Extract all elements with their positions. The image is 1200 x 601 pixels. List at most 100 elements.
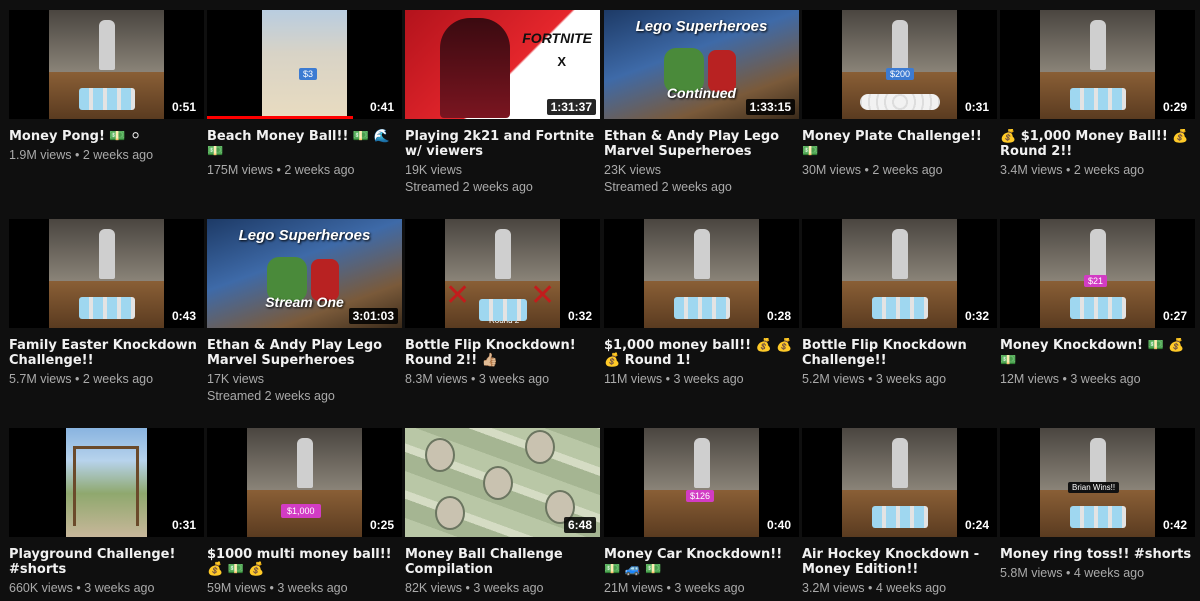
video-title-link[interactable]: Bottle Flip Knockdown Challenge!! xyxy=(802,338,997,368)
video-metadata: 82K views • 3 weeks ago xyxy=(405,580,600,597)
video-title-link[interactable]: Bottle Flip Knockdown! Round 2!! 👍🏼 xyxy=(405,338,600,368)
video-thumbnail[interactable]: FORTNITE X 1:31:37 xyxy=(405,10,600,119)
video-thumbnail[interactable]: $126 0:40 xyxy=(604,428,799,537)
video-thumbnail[interactable]: 0:29 xyxy=(1000,10,1195,119)
video-card[interactable]: ✕ ✕ Round 2 0:32 Bottle Flip Knockdown! … xyxy=(405,219,600,388)
video-title-link[interactable]: Air Hockey Knockdown - Money Edition!! xyxy=(802,547,997,577)
view-count-and-age: 17K views Streamed 2 weeks ago xyxy=(207,371,402,405)
video-title-link[interactable]: Money Pong! 💵 ⚪ xyxy=(9,129,204,144)
video-card[interactable]: $21 0:27 Money Knockdown! 💵 💰 💵 12M view… xyxy=(1000,219,1195,388)
video-title-link[interactable]: Ethan & Andy Play Lego Marvel Superheroe… xyxy=(207,338,402,368)
video-card[interactable]: FORTNITE X 1:31:37 Playing 2k21 and Fort… xyxy=(405,10,600,196)
video-title-link[interactable]: Playing 2k21 and Fortnite w/ viewers xyxy=(405,129,600,159)
video-metadata: 5.2M views • 3 weeks ago xyxy=(802,371,997,388)
video-thumbnail[interactable]: 0:32 xyxy=(802,219,997,328)
video-card[interactable]: Lego Superheroes Continued 1:33:15 Ethan… xyxy=(604,10,799,196)
view-count: 1.9M views xyxy=(9,148,72,162)
video-thumbnail[interactable]: Brian Wins!! 0:42 xyxy=(1000,428,1195,537)
view-count: 5.7M views xyxy=(9,372,72,386)
view-count: 12M views xyxy=(1000,372,1060,386)
view-count-and-age: 3.2M views • 4 weeks ago xyxy=(802,581,947,595)
video-thumbnail[interactable]: 0:24 xyxy=(802,428,997,537)
video-title-link[interactable]: Money Car Knockdown!! 💵 🚙 💵 xyxy=(604,547,799,577)
price-tag: $21 xyxy=(1084,275,1108,287)
video-title-link[interactable]: Ethan & Andy Play Lego Marvel Superheroe… xyxy=(604,129,799,159)
view-count: 21M views xyxy=(604,581,664,595)
view-count: 82K views xyxy=(405,581,462,595)
upload-age: 2 weeks ago xyxy=(872,163,943,177)
video-card[interactable]: 0:24 Air Hockey Knockdown - Money Editio… xyxy=(802,428,997,597)
video-thumbnail[interactable]: 0:31 xyxy=(9,428,204,537)
video-card[interactable]: Brian Wins!! 0:42 Money ring toss!! #sho… xyxy=(1000,428,1195,582)
upload-age: 3 weeks ago xyxy=(84,581,155,595)
upload-age: 3 weeks ago xyxy=(875,372,947,386)
video-card[interactable]: 0:43 Family Easter Knockdown Challenge!!… xyxy=(9,219,204,388)
video-card[interactable]: $3 0:41 Beach Money Ball!! 💵 🌊 💵 175M vi… xyxy=(207,10,402,179)
video-thumbnail[interactable]: Lego Superheroes Continued 1:33:15 xyxy=(604,10,799,119)
video-title-link[interactable]: 💰 $1,000 Money Ball!! 💰 Round 2!! xyxy=(1000,129,1195,159)
duration-badge: 0:51 xyxy=(167,99,200,115)
video-thumbnail[interactable]: $21 0:27 xyxy=(1000,219,1195,328)
video-thumbnail[interactable]: $1,000 0:25 xyxy=(207,428,402,537)
video-card[interactable]: 0:29 💰 $1,000 Money Ball!! 💰 Round 2!! 3… xyxy=(1000,10,1195,179)
view-count-and-age: 5.7M views • 2 weeks ago xyxy=(9,372,154,386)
duration-badge: 0:32 xyxy=(563,308,596,324)
video-thumbnail[interactable]: 6:48 xyxy=(405,428,600,537)
video-card[interactable]: $126 0:40 Money Car Knockdown!! 💵 🚙 💵 21… xyxy=(604,428,799,597)
upload-age: 3 weeks ago xyxy=(478,372,550,386)
video-thumbnail[interactable]: ✕ ✕ Round 2 0:32 xyxy=(405,219,600,328)
video-thumbnail[interactable]: $200 0:31 xyxy=(802,10,997,119)
video-title-link[interactable]: Family Easter Knockdown Challenge!! xyxy=(9,338,204,368)
video-title-link[interactable]: Money Plate Challenge!! 💵 xyxy=(802,129,997,159)
upload-age: 3 weeks ago xyxy=(1070,372,1141,386)
video-card[interactable]: 0:31 Playground Challenge! #shorts 660K … xyxy=(9,428,204,597)
video-card[interactable]: 0:32 Bottle Flip Knockdown Challenge!! 5… xyxy=(802,219,997,388)
video-title-link[interactable]: Playground Challenge! #shorts xyxy=(9,547,204,577)
upload-age: Streamed 2 weeks ago xyxy=(207,389,335,403)
video-title-link[interactable]: $1000 multi money ball!! 💰 💵 💰 xyxy=(207,547,402,577)
video-metadata: 8.3M views • 3 weeks ago xyxy=(405,371,600,388)
lego-title-overlay: Lego Superheroes xyxy=(635,18,768,35)
video-title-link[interactable]: Money ring toss!! #shorts xyxy=(1000,547,1195,562)
video-card[interactable]: 0:28 $1,000 money ball!! 💰 💰 💰 Round 1! … xyxy=(604,219,799,388)
video-metadata: 19K views Streamed 2 weeks ago xyxy=(405,162,600,196)
video-title-link[interactable]: $1,000 money ball!! 💰 💰 💰 Round 1! xyxy=(604,338,799,368)
view-count: 660K views xyxy=(9,581,73,595)
winner-banner: Brian Wins!! xyxy=(1068,482,1120,493)
view-count: 175M views xyxy=(207,163,273,177)
upload-age: Streamed 2 weeks ago xyxy=(604,180,732,194)
view-count-and-age: 12M views • 3 weeks ago xyxy=(1000,372,1141,386)
view-count: 30M views xyxy=(802,163,862,177)
video-card[interactable]: Lego Superheroes Stream One 3:01:03 Etha… xyxy=(207,219,402,405)
price-tag: $1,000 xyxy=(281,504,321,518)
video-thumbnail[interactable]: $3 0:41 xyxy=(207,10,402,119)
upload-age: 2 weeks ago xyxy=(1073,163,1145,177)
upload-age: 2 weeks ago xyxy=(82,372,154,386)
duration-badge: 0:32 xyxy=(960,308,993,324)
video-metadata: 23K views Streamed 2 weeks ago xyxy=(604,162,799,196)
video-card[interactable]: 0:51 Money Pong! 💵 ⚪ 1.9M views • 2 week… xyxy=(9,10,204,164)
video-metadata: 59M views • 3 weeks ago xyxy=(207,580,402,597)
view-count-and-age: 5.2M views • 3 weeks ago xyxy=(802,372,947,386)
view-count: 19K views xyxy=(405,163,462,177)
duration-badge: 3:01:03 xyxy=(348,308,398,324)
video-card[interactable]: $200 0:31 Money Plate Challenge!! 💵 30M … xyxy=(802,10,997,179)
video-metadata: 12M views • 3 weeks ago xyxy=(1000,371,1195,388)
video-thumbnail[interactable]: 0:51 xyxy=(9,10,204,119)
video-title-link[interactable]: Beach Money Ball!! 💵 🌊 💵 xyxy=(207,129,402,159)
video-thumbnail[interactable]: Lego Superheroes Stream One 3:01:03 xyxy=(207,219,402,328)
duration-badge: 0:27 xyxy=(1158,308,1191,324)
video-metadata: 3.4M views • 2 weeks ago xyxy=(1000,162,1195,179)
video-title-link[interactable]: Money Ball Challenge Compilation xyxy=(405,547,600,577)
view-count-and-age: 59M views • 3 weeks ago xyxy=(207,581,348,595)
video-thumbnail[interactable]: 0:28 xyxy=(604,219,799,328)
upload-age: 2 weeks ago xyxy=(284,163,355,177)
price-tag: $3 xyxy=(299,68,318,80)
video-card[interactable]: $1,000 0:25 $1000 multi money ball!! 💰 💵… xyxy=(207,428,402,597)
view-count: 17K views xyxy=(207,372,264,386)
video-card[interactable]: 6:48 Money Ball Challenge Compilation 82… xyxy=(405,428,600,597)
duration-badge: 0:31 xyxy=(167,517,200,533)
video-title-link[interactable]: Money Knockdown! 💵 💰 💵 xyxy=(1000,338,1195,368)
video-thumbnail[interactable]: 0:43 xyxy=(9,219,204,328)
upload-age: 4 weeks ago xyxy=(875,581,947,595)
